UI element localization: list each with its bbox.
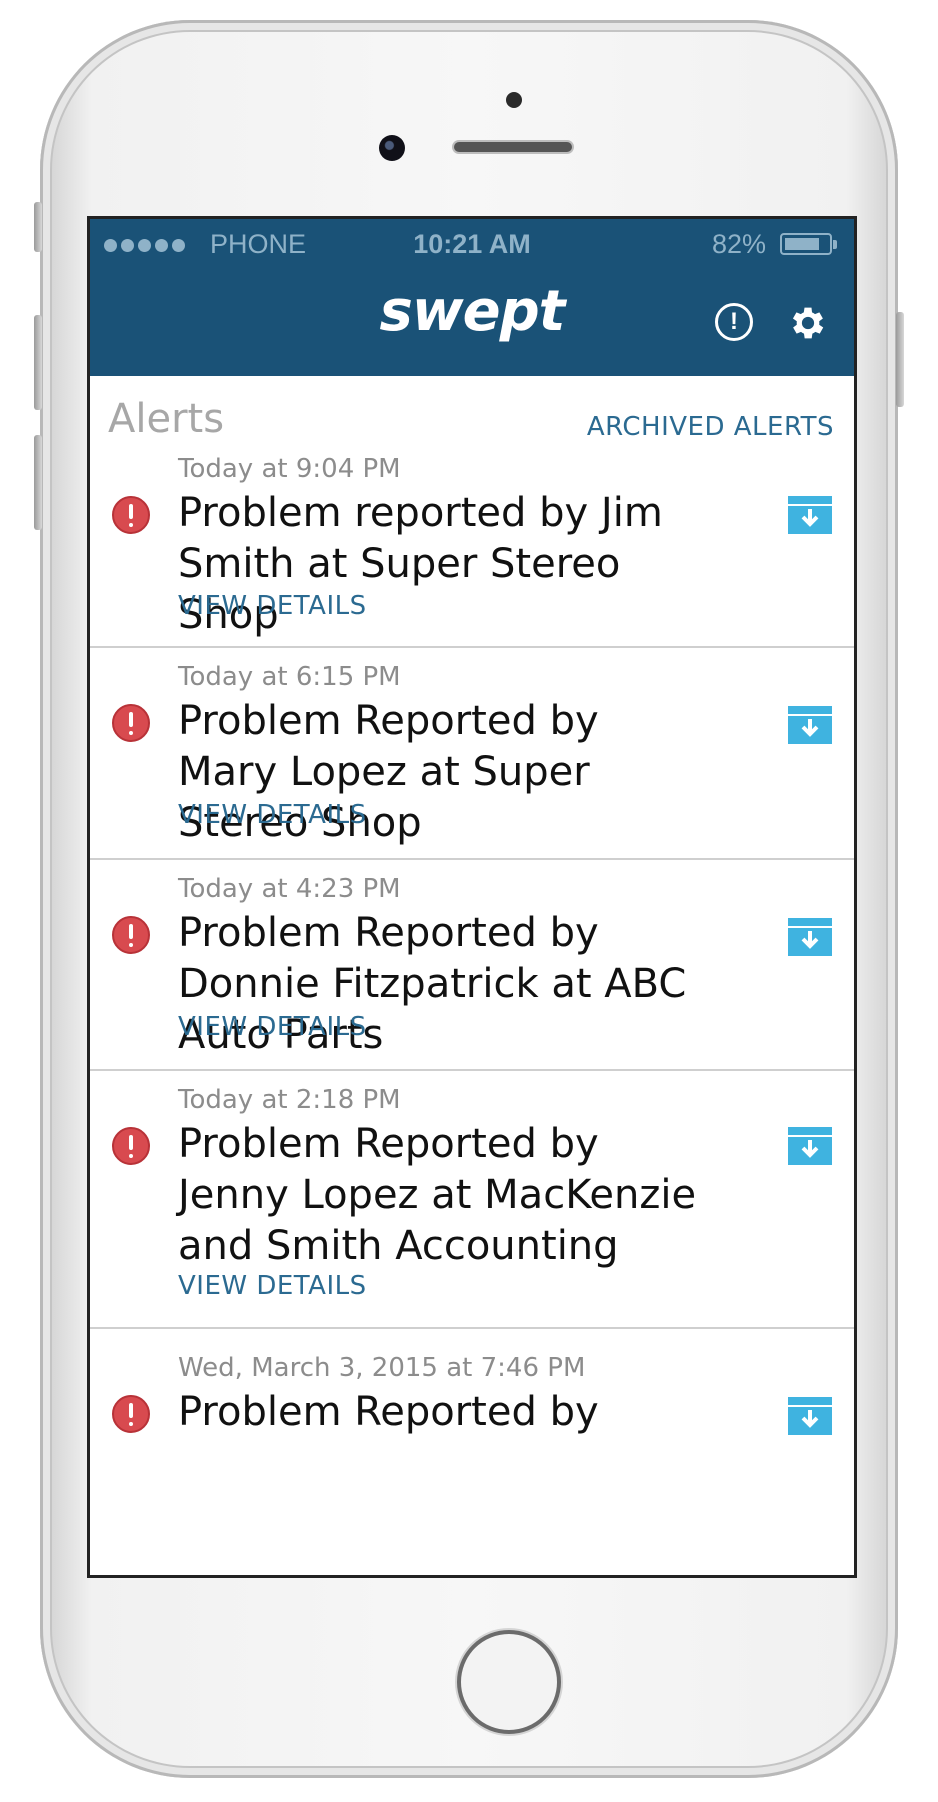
error-icon: [112, 704, 150, 742]
alert-time: Today at 4:23 PM: [178, 874, 401, 904]
list-item: Today at 2:18 PM Problem Reported by Jen…: [90, 1071, 854, 1329]
error-icon: [112, 1395, 150, 1433]
battery-level: [785, 238, 820, 250]
battery-icon: [780, 233, 837, 255]
view-details-link[interactable]: VIEW DETAILS: [178, 1012, 367, 1042]
volume-down-button: [34, 435, 42, 530]
battery-percentage: 82%: [711, 229, 766, 259]
list-item: Today at 6:15 PM Problem Reported by Mar…: [90, 648, 854, 860]
status-bar: PHONE 10:21 AM 82%: [90, 219, 854, 271]
list-item: Today at 9:04 PM Problem reported by Jim…: [90, 448, 854, 648]
volume-up-button: [34, 315, 42, 410]
alert-time: Today at 2:18 PM: [178, 1085, 401, 1115]
archive-icon[interactable]: [786, 1395, 834, 1437]
alert-title: Problem Reported by: [178, 1389, 599, 1435]
alert-time: Today at 6:15 PM: [178, 662, 401, 692]
alerts-heading-row: Alerts ARCHIVED ALERTS: [90, 376, 854, 448]
list-item: Today at 4:23 PM Problem Reported by Don…: [90, 860, 854, 1071]
alerts-content: Alerts ARCHIVED ALERTS Today at 9:04 PM …: [90, 376, 854, 1575]
proximity-sensor: [506, 92, 522, 108]
app-screen: PHONE 10:21 AM 82% swept ! Alerts ARCHIV…: [87, 216, 857, 1578]
front-camera: [379, 135, 405, 161]
earpiece-speaker: [454, 142, 572, 152]
archive-icon[interactable]: [786, 1125, 834, 1167]
view-details-link[interactable]: VIEW DETAILS: [178, 800, 367, 830]
alert-time: Today at 9:04 PM: [178, 454, 401, 484]
view-details-link[interactable]: VIEW DETAILS: [178, 1271, 367, 1301]
archived-alerts-link[interactable]: ARCHIVED ALERTS: [587, 412, 834, 442]
gear-icon[interactable]: [787, 302, 829, 344]
page-title: Alerts: [108, 396, 225, 442]
mute-switch: [34, 202, 42, 252]
list-item: Wed, March 3, 2015 at 7:46 PM Problem Re…: [90, 1329, 854, 1529]
archive-icon[interactable]: [786, 494, 834, 536]
alert-circle-icon[interactable]: !: [715, 303, 753, 341]
alert-time: Wed, March 3, 2015 at 7:46 PM: [178, 1353, 586, 1383]
home-button[interactable]: [457, 1630, 561, 1734]
app-header: PHONE 10:21 AM 82% swept !: [90, 219, 854, 376]
alert-title: Problem Reported by Jenny Lopez at MacKe…: [178, 1121, 697, 1269]
error-icon: [112, 1127, 150, 1165]
error-icon: [112, 916, 150, 954]
power-button: [896, 312, 904, 407]
archive-icon[interactable]: [786, 704, 834, 746]
archive-icon[interactable]: [786, 916, 834, 958]
error-icon: [112, 496, 150, 534]
view-details-link[interactable]: VIEW DETAILS: [178, 591, 367, 621]
